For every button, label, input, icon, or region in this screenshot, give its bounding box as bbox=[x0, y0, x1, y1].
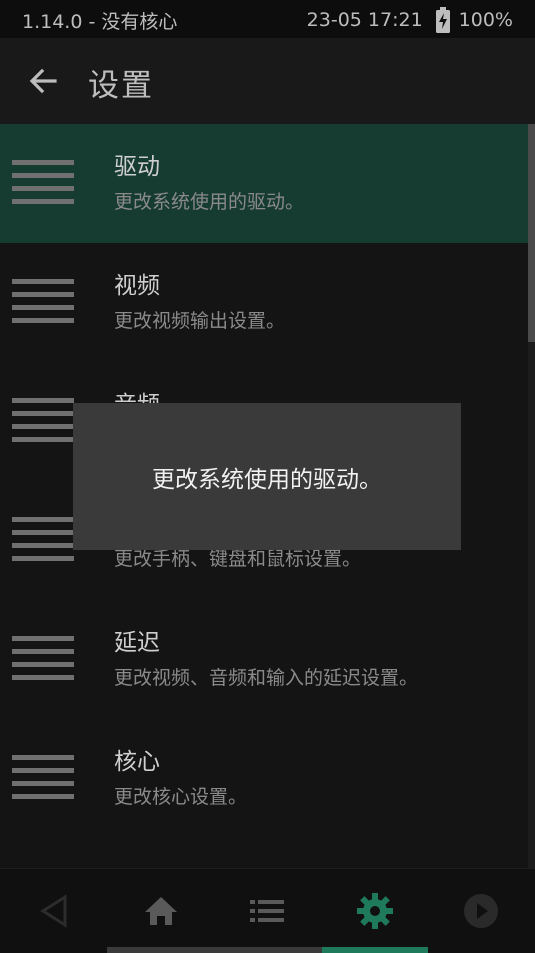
hamburger-icon bbox=[12, 517, 74, 563]
battery-charging-icon bbox=[435, 7, 451, 33]
home-icon bbox=[145, 897, 177, 925]
battery-percent: 100% bbox=[458, 9, 513, 31]
menu-item-title: 配置 bbox=[114, 861, 160, 868]
scrollbar-thumb[interactable] bbox=[528, 124, 535, 342]
bottom-navbar bbox=[0, 868, 535, 953]
page-title: 设置 bbox=[88, 68, 154, 104]
play-icon bbox=[464, 894, 498, 928]
nav-list-button[interactable] bbox=[243, 887, 291, 935]
hamburger-icon bbox=[12, 636, 74, 682]
hamburger-icon bbox=[12, 755, 74, 801]
menu-item-title: 核心 bbox=[114, 749, 160, 775]
menu-item-core[interactable]: 核心 更改核心设置。 bbox=[0, 719, 528, 838]
toast-message: 更改系统使用的驱动。 bbox=[73, 403, 461, 550]
status-bar: 1.14.0 - 没有核心 23-05 17:21 100% bbox=[0, 0, 535, 38]
hamburger-icon bbox=[12, 398, 74, 444]
nav-home-button[interactable] bbox=[137, 887, 185, 935]
menu-item-subtitle: 更改视频、音频和输入的延迟设置。 bbox=[114, 667, 419, 689]
app-header: 设置 bbox=[0, 38, 535, 124]
menu-item-title: 延迟 bbox=[114, 630, 160, 656]
status-time: 23-05 17:21 bbox=[306, 9, 423, 31]
hamburger-icon bbox=[12, 160, 74, 206]
menu-item-subtitle: 更改核心设置。 bbox=[114, 786, 248, 808]
menu-item-video[interactable]: 视频 更改视频输出设置。 bbox=[0, 243, 528, 362]
menu-item-latency[interactable]: 延迟 更改视频、音频和输入的延迟设置。 bbox=[0, 600, 528, 719]
menu-item-title: 驱动 bbox=[114, 154, 160, 180]
status-app-text: 1.14.0 - 没有核心 bbox=[22, 11, 178, 33]
nav-back-button[interactable] bbox=[30, 887, 78, 935]
nav-settings-button[interactable] bbox=[351, 887, 399, 935]
status-right: 23-05 17:21 100% bbox=[307, 7, 513, 33]
toast-text: 更改系统使用的驱动。 bbox=[152, 466, 382, 493]
back-button[interactable] bbox=[22, 60, 64, 102]
list-scrollbar[interactable] bbox=[528, 124, 535, 868]
menu-item-drivers[interactable]: 驱动 更改系统使用的驱动。 bbox=[0, 124, 528, 243]
list-icon bbox=[250, 900, 284, 922]
hamburger-icon bbox=[12, 279, 74, 325]
back-icon bbox=[40, 894, 67, 928]
menu-item-config[interactable]: 配置 bbox=[0, 838, 528, 868]
nav-play-button[interactable] bbox=[457, 887, 505, 935]
nav-progress-fill bbox=[322, 947, 428, 953]
arrow-left-icon bbox=[29, 68, 57, 94]
menu-item-subtitle: 更改视频输出设置。 bbox=[114, 310, 286, 332]
nav-progress-bar bbox=[107, 947, 428, 953]
menu-item-subtitle: 更改系统使用的驱动。 bbox=[114, 191, 305, 213]
settings-icon bbox=[357, 893, 393, 929]
menu-item-title: 视频 bbox=[114, 273, 160, 299]
